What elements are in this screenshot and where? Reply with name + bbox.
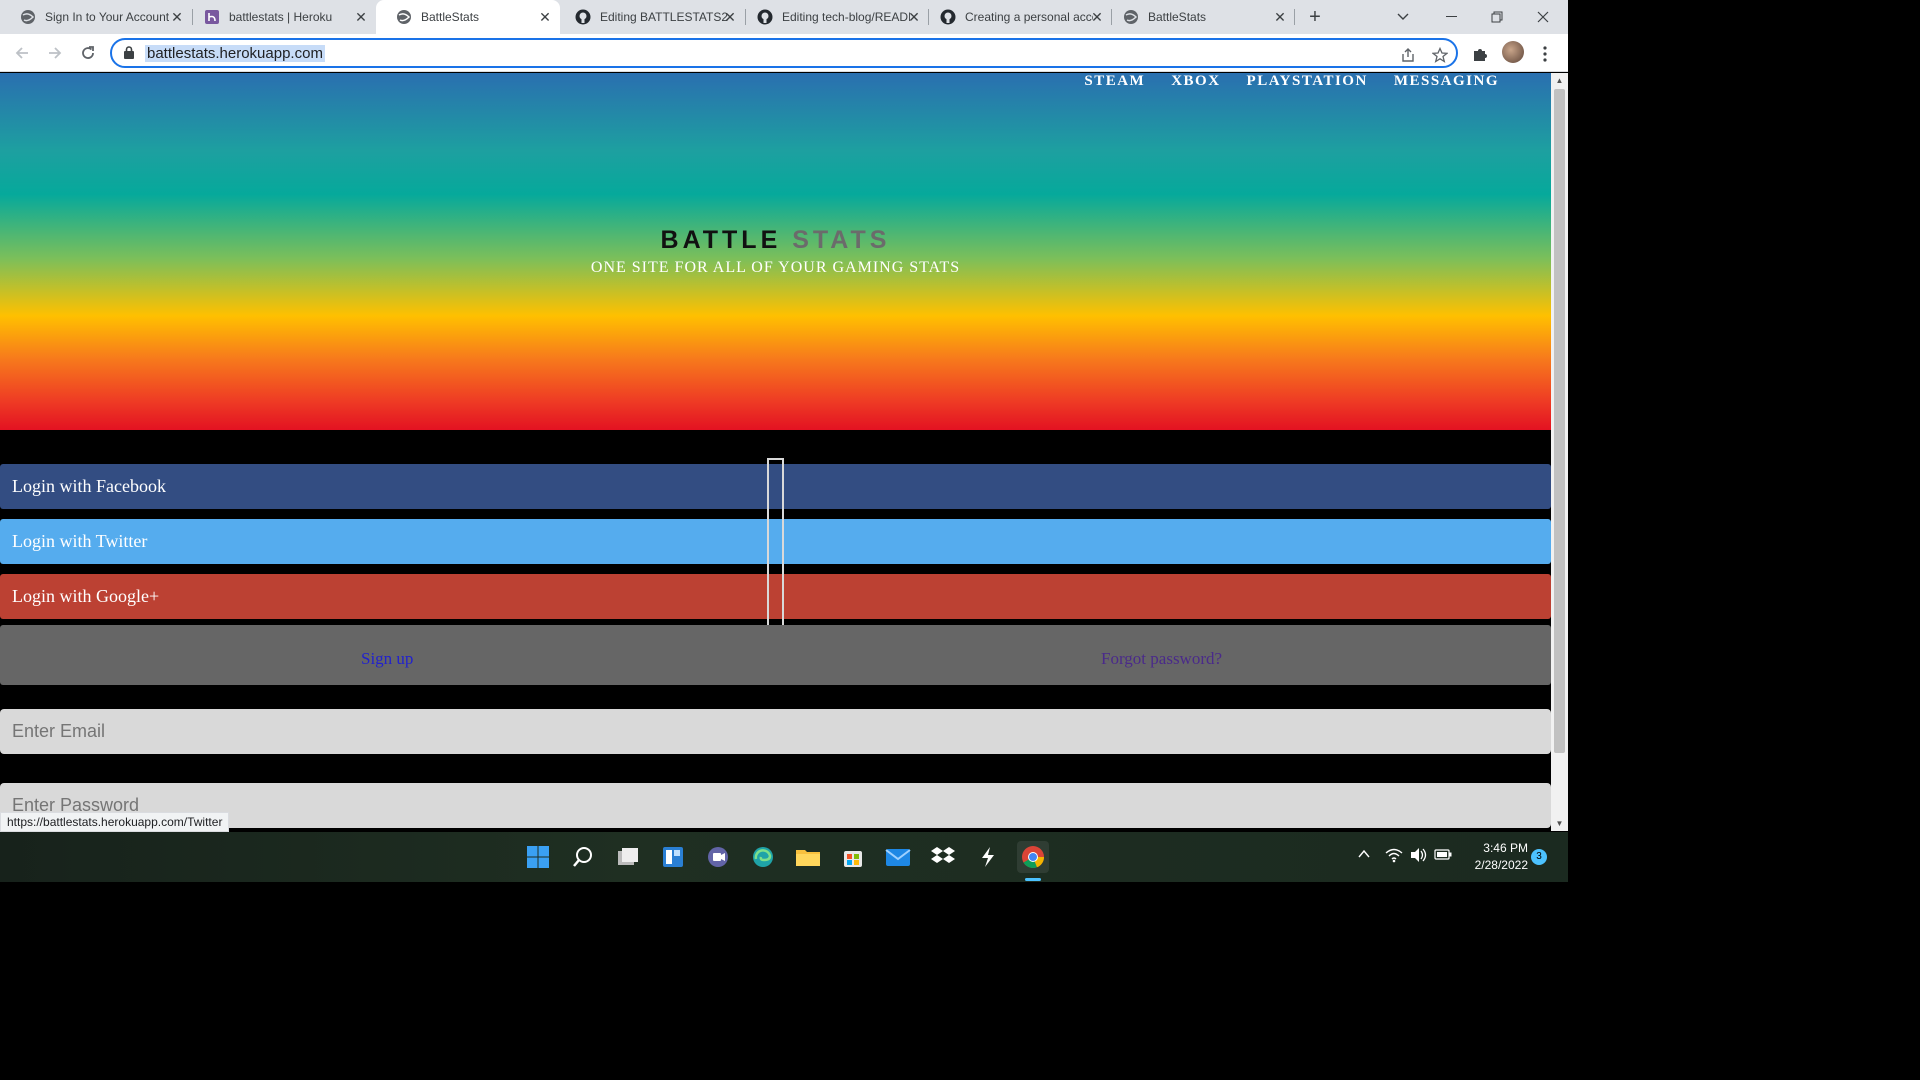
share-icon[interactable]	[1398, 45, 1418, 65]
tab-title: Sign In to Your Account	[45, 10, 170, 24]
tab-search-chevron-icon[interactable]	[1380, 0, 1426, 34]
github-icon	[757, 9, 773, 25]
browser-tab-battlestats-active[interactable]: BattleStats ✕	[376, 0, 560, 34]
chevron-up-icon[interactable]	[1357, 847, 1371, 864]
address-bar[interactable]: battlestats.herokuapp.com	[110, 38, 1458, 68]
system-clock[interactable]: 3:46 PM 2/28/2022	[1462, 840, 1528, 874]
volume-icon[interactable]	[1410, 847, 1428, 866]
site-title-battle: BATTLE	[660, 226, 782, 254]
back-arrow-icon[interactable]	[10, 41, 34, 65]
tab-title: Editing tech-blog/README	[782, 10, 910, 24]
url-text[interactable]: battlestats.herokuapp.com	[145, 45, 325, 62]
browser-tab-github-3[interactable]: Creating a personal access ✕	[920, 0, 1112, 34]
file-explorer-icon[interactable]	[792, 841, 824, 873]
chrome-icon[interactable]	[1017, 841, 1049, 873]
teams-chat-icon[interactable]	[702, 841, 734, 873]
close-icon[interactable]: ✕	[354, 10, 368, 24]
browser-tab-github-1[interactable]: Editing BATTLESTATS2 ✕	[555, 0, 745, 34]
tab-divider	[1294, 9, 1295, 25]
signup-link[interactable]: Sign up	[361, 649, 413, 669]
scrollbar-thumb[interactable]	[1554, 89, 1565, 753]
globe-icon	[20, 9, 36, 25]
nav-xbox[interactable]: XBOX	[1171, 73, 1220, 90]
forgot-password-link[interactable]: Forgot password?	[1101, 649, 1222, 669]
email-field[interactable]	[0, 709, 1551, 754]
wifi-icon[interactable]	[1385, 847, 1403, 866]
lock-icon[interactable]	[124, 46, 134, 64]
browser-toolbar: battlestats.herokuapp.com	[0, 34, 1568, 72]
link-status-bar: https://battlestats.herokuapp.com/Twitte…	[0, 812, 230, 832]
site-title: BATTLE STATS	[0, 226, 1551, 255]
heroku-icon	[204, 9, 220, 25]
widgets-icon[interactable]	[657, 841, 689, 873]
menu-kebab-icon[interactable]	[1534, 43, 1556, 65]
top-nav: STEAM XBOX PLAYSTATION MESSAGING	[1084, 73, 1499, 90]
close-icon[interactable]: ✕	[538, 10, 552, 24]
bookmark-star-icon[interactable]	[1430, 45, 1450, 65]
tab-title: Creating a personal access	[965, 10, 1093, 24]
minimize-icon[interactable]	[1428, 0, 1474, 34]
site-tagline: ONE SITE FOR ALL OF YOUR GAMING STATS	[590, 259, 961, 276]
nav-messaging[interactable]: MESSAGING	[1394, 73, 1499, 90]
notification-badge[interactable]: 3	[1531, 849, 1547, 865]
github-icon	[940, 9, 956, 25]
close-icon[interactable]: ✕	[170, 10, 184, 24]
forward-arrow-icon[interactable]	[43, 41, 67, 65]
scroll-up-arrow-icon[interactable]: ▲	[1555, 76, 1564, 85]
tab-title: Editing BATTLESTATS2	[600, 10, 728, 24]
globe-icon	[396, 9, 412, 25]
store-icon[interactable]	[837, 841, 869, 873]
globe-icon	[1123, 9, 1139, 25]
site-title-stats: STATS	[792, 226, 891, 254]
tab-title: BattleStats	[421, 10, 480, 24]
close-icon[interactable]: ✕	[723, 10, 737, 24]
windows-taskbar: 3:46 PM 2/28/2022 3	[0, 832, 1568, 882]
tab-title: BattleStats	[1148, 10, 1207, 24]
app-icon[interactable]	[972, 841, 1004, 873]
browser-tab-battlestats-2[interactable]: BattleStats ✕	[1103, 0, 1295, 34]
browser-tab-heroku[interactable]: battlestats | Heroku ✕	[184, 0, 376, 34]
mail-icon[interactable]	[882, 841, 914, 873]
close-icon[interactable]: ✕	[907, 10, 921, 24]
nav-playstation[interactable]: PLAYSTATION	[1247, 73, 1368, 90]
scroll-down-arrow-icon[interactable]: ▼	[1555, 819, 1564, 828]
clock-date: 2/28/2022	[1474, 858, 1528, 872]
edge-icon[interactable]	[747, 841, 779, 873]
close-icon[interactable]: ✕	[1090, 10, 1104, 24]
profile-avatar[interactable]	[1502, 41, 1524, 63]
github-icon	[575, 9, 591, 25]
focus-outline	[767, 458, 784, 636]
battery-icon[interactable]	[1434, 847, 1452, 864]
close-icon[interactable]: ✕	[1273, 10, 1287, 24]
reload-icon[interactable]	[76, 41, 100, 65]
page-scrollbar[interactable]: ▲ ▼	[1551, 73, 1568, 831]
page-viewport: STEAM XBOX PLAYSTATION MESSAGING BATTLE …	[0, 73, 1551, 831]
browser-tab-strip: Sign In to Your Account ✕ battlestats | …	[0, 0, 1568, 34]
new-tab-plus-icon[interactable]: +	[1304, 6, 1326, 28]
window-close-icon[interactable]	[1520, 0, 1566, 34]
password-field[interactable]	[0, 783, 1551, 828]
clock-time: 3:46 PM	[1483, 841, 1528, 855]
tab-title: battlestats | Heroku	[229, 10, 333, 24]
account-links-bar: Sign up Forgot password?	[0, 625, 1551, 685]
restore-icon[interactable]	[1474, 0, 1520, 34]
active-app-indicator	[1025, 878, 1041, 881]
task-view-icon[interactable]	[612, 841, 644, 873]
extensions-puzzle-icon[interactable]	[1469, 43, 1491, 65]
search-icon[interactable]	[567, 841, 599, 873]
browser-tab-sign-in[interactable]: Sign In to Your Account ✕	[0, 0, 192, 34]
hero-banner: STEAM XBOX PLAYSTATION MESSAGING BATTLE …	[0, 73, 1551, 430]
dropbox-icon[interactable]	[927, 841, 959, 873]
nav-steam[interactable]: STEAM	[1084, 73, 1145, 90]
windows-start-icon[interactable]	[522, 841, 554, 873]
browser-tab-github-2[interactable]: Editing tech-blog/README ✕	[737, 0, 929, 34]
